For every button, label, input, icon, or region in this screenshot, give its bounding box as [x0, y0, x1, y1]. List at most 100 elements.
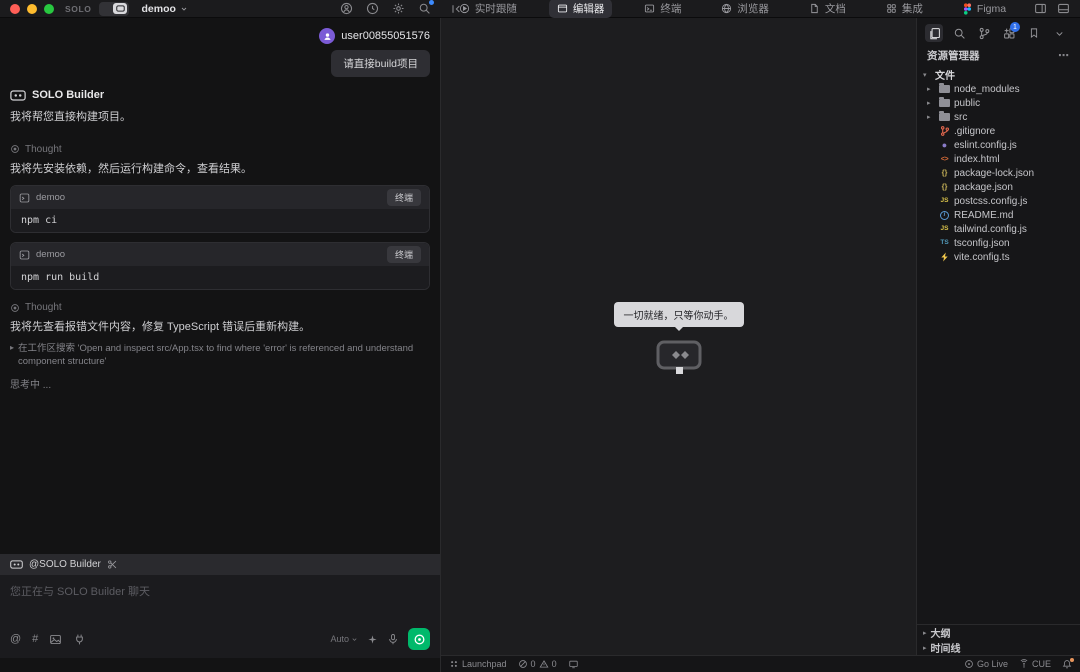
- composer-toolbar: @ # Auto: [0, 626, 440, 658]
- terminal-card-header: demoo 终端: [11, 243, 429, 266]
- solo-mode-toggle[interactable]: [99, 2, 129, 16]
- launchpad-item[interactable]: Launchpad: [449, 659, 507, 669]
- js-file-icon: JS: [939, 196, 950, 207]
- tab-terminal[interactable]: 终端: [636, 0, 689, 18]
- app-window: SOLO demoo: [0, 0, 1080, 672]
- minimize-window-button[interactable]: [27, 4, 37, 14]
- solo-toggle-knob: [113, 3, 127, 14]
- editor-empty-state: 一切就绪，只等你动手。: [441, 302, 916, 375]
- microphone-icon[interactable]: [387, 633, 399, 645]
- bookmark-icon[interactable]: [1025, 24, 1043, 42]
- workspace-row: 一切就绪，只等你动手。: [441, 18, 1080, 655]
- account-icon[interactable]: [340, 2, 353, 15]
- chat-composer: @SOLO Builder @ #: [0, 554, 440, 658]
- cassette-illustration-icon: [656, 340, 702, 375]
- workspace-area: 一切就绪，只等你动手。: [441, 18, 1080, 672]
- assistant-header: SOLO Builder: [10, 89, 430, 101]
- topbar-quick-icons: [340, 2, 431, 15]
- js-file-icon: JS: [939, 224, 950, 235]
- toggle-panel-icon[interactable]: [1057, 2, 1070, 15]
- terminal-title: demoo: [36, 192, 65, 203]
- tree-item-folder[interactable]: ▸ node_modules: [917, 82, 1080, 96]
- more-actions-icon[interactable]: ⋯: [1058, 49, 1070, 62]
- chevron-right-icon: ▸: [923, 629, 927, 637]
- tab-figma[interactable]: Figma: [955, 1, 1014, 17]
- tree-item-file[interactable]: {} package-lock.json: [917, 166, 1080, 180]
- problems-item[interactable]: 0 0: [518, 659, 557, 669]
- hash-icon[interactable]: #: [32, 634, 38, 645]
- tree-item-file[interactable]: JS postcss.config.js: [917, 194, 1080, 208]
- model-selector[interactable]: Auto: [330, 634, 358, 644]
- tree-item-file[interactable]: .gitignore: [917, 124, 1080, 138]
- status-bar: Launchpad 0 0 Go Live: [441, 655, 1080, 672]
- tree-section-files[interactable]: ▾ 文件: [917, 67, 1080, 82]
- search-view-icon[interactable]: [950, 24, 968, 42]
- tab-browser[interactable]: 浏览器: [713, 0, 777, 18]
- context-bar[interactable]: @SOLO Builder: [0, 554, 440, 575]
- tree-item-folder[interactable]: ▸ public: [917, 96, 1080, 110]
- close-window-button[interactable]: [10, 4, 20, 14]
- tab-editor[interactable]: 编辑器: [549, 0, 613, 18]
- solo-send-icon: [413, 633, 426, 646]
- user-prompt-bubble[interactable]: 请直接build项目: [331, 50, 430, 77]
- workspace-search-step[interactable]: ▸ 在工作区搜索 'Open and inspect src/App.tsx t…: [10, 342, 430, 369]
- message-input-area: @ # Auto: [0, 575, 440, 658]
- explorer-toolbar: 1: [917, 18, 1080, 46]
- scissors-icon[interactable]: [107, 559, 118, 570]
- tab-docs[interactable]: 文档: [801, 0, 854, 18]
- tree-item-file[interactable]: {} package.json: [917, 180, 1080, 194]
- project-selector[interactable]: demoo: [142, 3, 188, 15]
- outline-section[interactable]: ▸ 大纲: [917, 625, 1080, 640]
- browser-icon: [721, 3, 732, 14]
- terminal-card: demoo 终端 npm run build: [10, 242, 430, 290]
- ports-item[interactable]: [568, 659, 579, 669]
- thought-label-row[interactable]: Thought: [10, 144, 430, 155]
- timeline-section[interactable]: ▸ 时间线: [917, 640, 1080, 655]
- thought-icon: [10, 303, 20, 313]
- toggle-secondary-sidebar-icon[interactable]: [1034, 2, 1047, 15]
- tree-item-file[interactable]: TS tsconfig.json: [917, 236, 1080, 250]
- go-live-icon: [964, 659, 974, 669]
- enhance-spark-icon[interactable]: [367, 634, 378, 645]
- tree-item-file[interactable]: i README.md: [917, 208, 1080, 222]
- cue-item[interactable]: CUE: [1019, 659, 1051, 669]
- chat-input[interactable]: [0, 575, 440, 621]
- eslint-file-icon: ●: [939, 140, 950, 151]
- zoom-window-button[interactable]: [44, 4, 54, 14]
- settings-gear-icon[interactable]: [392, 2, 405, 15]
- tree-item-file[interactable]: JS tailwind.config.js: [917, 222, 1080, 236]
- tree-item-folder[interactable]: ▸ src: [917, 110, 1080, 124]
- history-icon[interactable]: [366, 2, 379, 15]
- tree-item-file[interactable]: vite.config.ts: [917, 250, 1080, 264]
- tree-item-file[interactable]: <> index.html: [917, 152, 1080, 166]
- json-file-icon: {}: [939, 182, 950, 193]
- chevron-down-icon: ▾: [923, 71, 931, 79]
- editor-empty-area[interactable]: 一切就绪，只等你动手。: [441, 18, 916, 655]
- extensions-icon[interactable]: 1: [1000, 24, 1018, 42]
- chevron-down-icon[interactable]: [1050, 24, 1068, 42]
- cassette-icon: [116, 5, 125, 12]
- mention-icon[interactable]: @: [10, 634, 21, 645]
- workspace-tabs: 实时跟随 编辑器 终端 浏览器 文档 集成: [441, 0, 1024, 18]
- send-button[interactable]: [408, 628, 430, 650]
- explorer-bottom-sections: ▸ 大纲 ▸ 时间线: [917, 624, 1080, 655]
- open-terminal-button[interactable]: 终端: [387, 189, 421, 206]
- tab-live-follow[interactable]: 实时跟随: [451, 0, 525, 18]
- tab-integrations[interactable]: 集成: [878, 0, 931, 18]
- go-live-item[interactable]: Go Live: [964, 659, 1008, 669]
- error-icon: [518, 659, 528, 669]
- thought-label-row[interactable]: Thought: [10, 302, 430, 313]
- ai-search-icon[interactable]: [418, 2, 431, 15]
- source-control-icon[interactable]: [975, 24, 993, 42]
- mcp-tools-icon[interactable]: [73, 633, 86, 646]
- open-terminal-button[interactable]: 终端: [387, 246, 421, 263]
- notifications-bell-item[interactable]: [1062, 659, 1072, 669]
- explorer-title-row: 资源管理器 ⋯: [917, 46, 1080, 67]
- tree-item-file[interactable]: ● eslint.config.js: [917, 138, 1080, 152]
- chevron-down-icon: [351, 636, 358, 643]
- editor-icon: [557, 3, 568, 14]
- collapse-left-icon[interactable]: [450, 3, 462, 15]
- terminal-card: demoo 终端 npm ci: [10, 185, 430, 233]
- files-view-icon[interactable]: [925, 24, 943, 42]
- image-icon[interactable]: [49, 633, 62, 646]
